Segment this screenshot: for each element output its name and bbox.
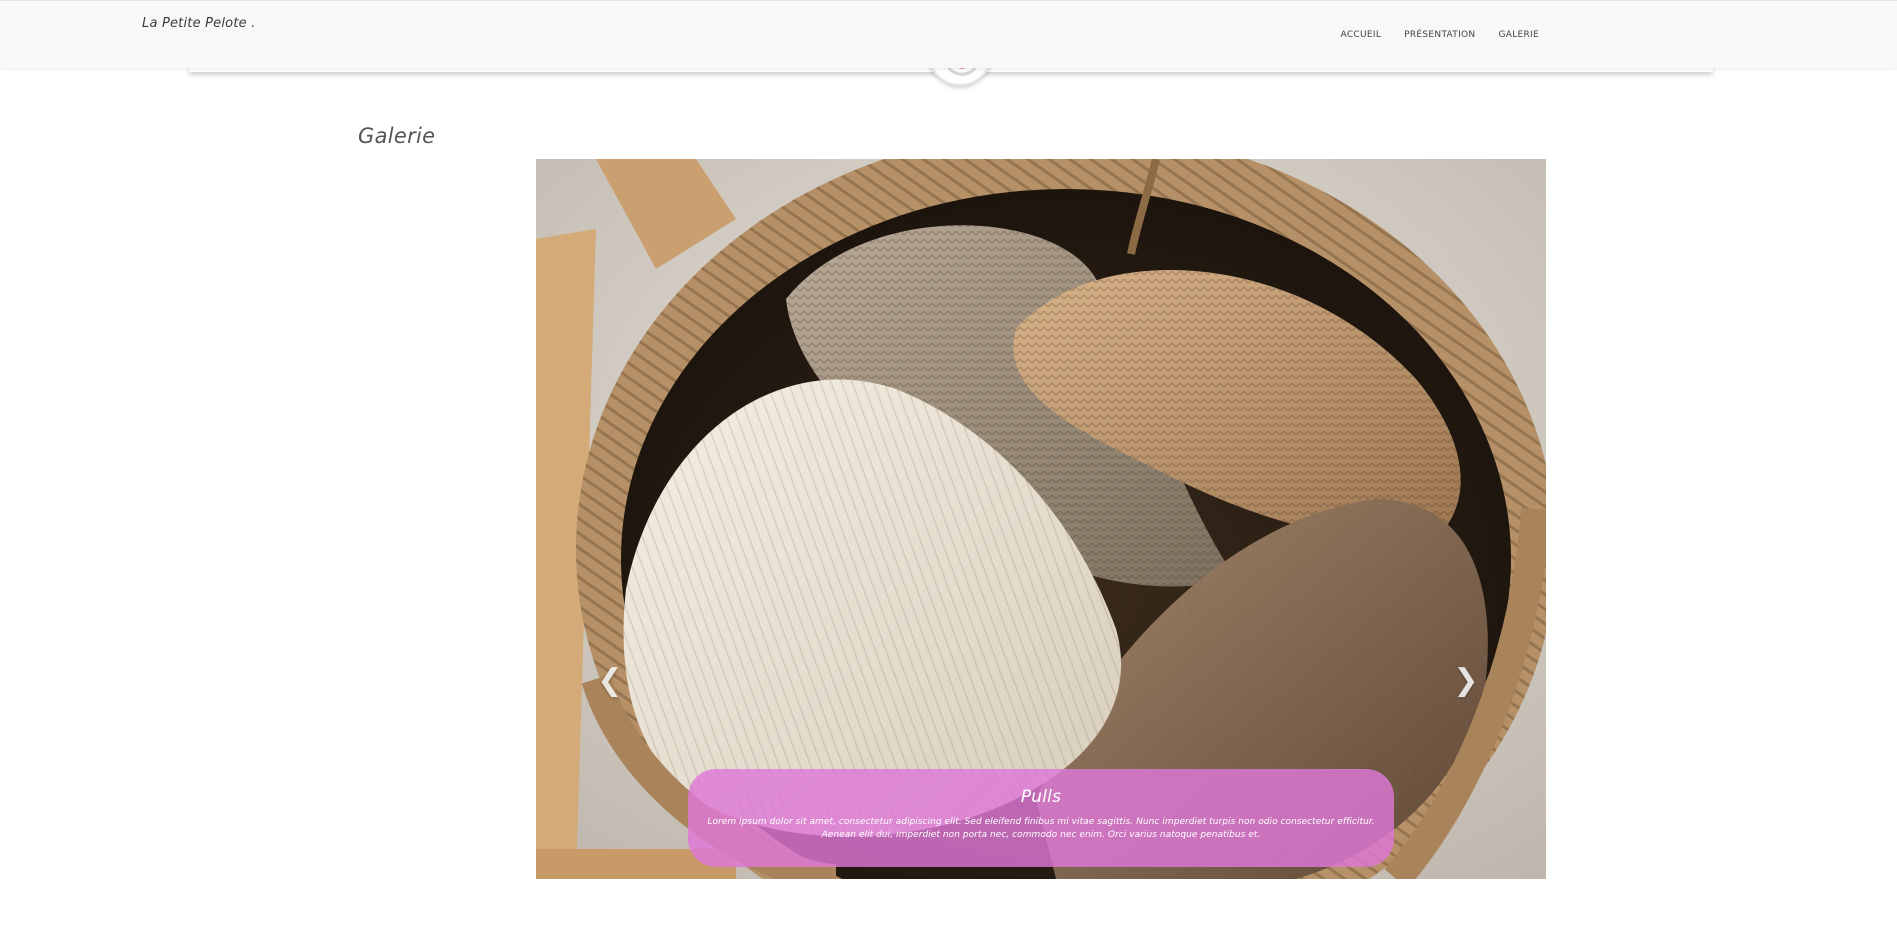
gallery-carousel: ❮ ❯ Pulls Lorem ipsum dolor sit amet, co… — [536, 159, 1546, 879]
carousel-prev-button[interactable]: ❮ — [596, 666, 624, 696]
brand-logo-text[interactable]: La Petite Pelote . — [142, 16, 255, 31]
caption-text: Lorem ipsum dolor sit amet, consectetur … — [707, 817, 1375, 840]
chevron-left-icon: ❮ — [597, 663, 623, 698]
carousel-caption: Pulls Lorem ipsum dolor sit amet, consec… — [688, 769, 1394, 867]
chevron-right-icon: ❯ — [1453, 663, 1479, 698]
top-navbar: La Petite Pelote . ACCUEIL PRÉSENTATION … — [0, 0, 1897, 68]
carousel-next-button[interactable]: ❯ — [1452, 666, 1480, 696]
nav-link-accueil[interactable]: ACCUEIL — [1341, 30, 1382, 40]
nav-links: ACCUEIL PRÉSENTATION GALERIE — [1341, 30, 1539, 40]
page-title: Galerie — [358, 124, 436, 148]
nav-link-presentation[interactable]: PRÉSENTATION — [1404, 30, 1475, 40]
nav-link-galerie[interactable]: GALERIE — [1498, 30, 1539, 40]
caption-title: Pulls — [1020, 787, 1062, 807]
